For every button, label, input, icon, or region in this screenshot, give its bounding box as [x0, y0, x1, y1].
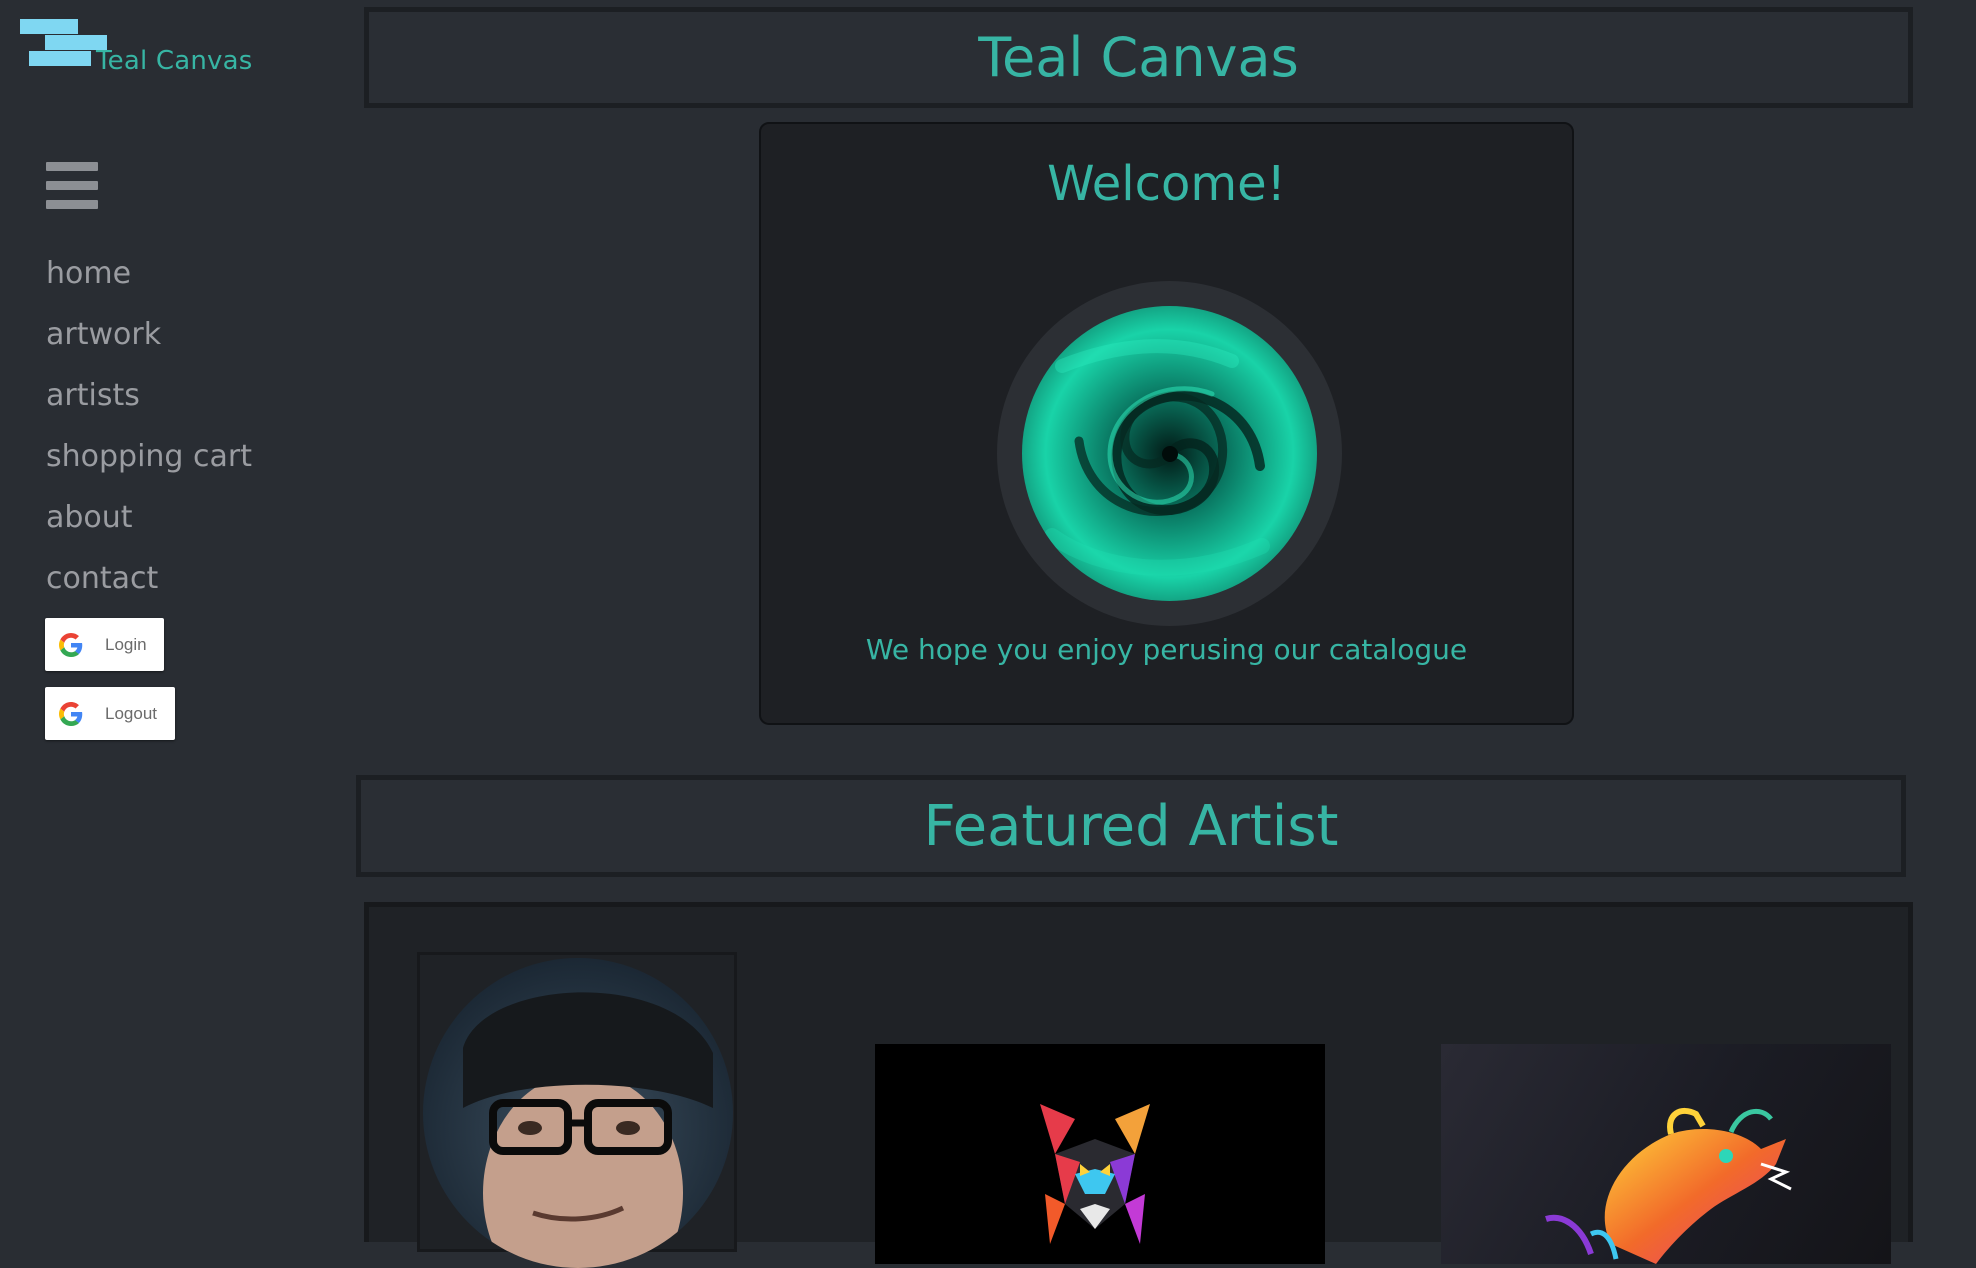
- google-login-button[interactable]: Login: [45, 618, 164, 671]
- google-icon: [59, 632, 83, 657]
- page-title: Teal Canvas: [978, 26, 1299, 89]
- nav-item-home[interactable]: home: [46, 252, 252, 313]
- logout-label: Logout: [105, 703, 157, 723]
- artist-card[interactable]: [417, 952, 737, 1268]
- nav-item-shopping-cart[interactable]: shopping cart: [46, 435, 252, 496]
- nav-item-artwork[interactable]: artwork: [46, 313, 252, 374]
- welcome-card: Welcome! We hope you enjoy perusing our …: [759, 122, 1574, 725]
- main-nav: home artwork artists shopping cart about…: [46, 252, 252, 618]
- nav-item-about[interactable]: about: [46, 496, 252, 557]
- nav-item-contact[interactable]: contact: [46, 557, 252, 618]
- welcome-title: Welcome!: [1047, 156, 1286, 212]
- menu-icon[interactable]: [46, 162, 98, 210]
- wolf-artwork[interactable]: [875, 1044, 1325, 1264]
- logo-bar: [29, 51, 91, 66]
- google-icon: [59, 701, 83, 726]
- artist-avatar[interactable]: [423, 958, 733, 1268]
- featured-title: Featured Artist: [923, 793, 1339, 859]
- featured-banner: Featured Artist: [356, 775, 1906, 877]
- swirl-image: [1022, 306, 1317, 601]
- site-logo[interactable]: Teal Canvas: [18, 16, 258, 86]
- sidebar: Teal Canvas home artwork artists shoppin…: [0, 0, 330, 1233]
- featured-artist-panel: [364, 902, 1913, 1268]
- welcome-tagline: We hope you enjoy perusing our catalogue: [865, 633, 1468, 666]
- login-label: Login: [105, 634, 147, 654]
- nav-item-artists[interactable]: artists: [46, 374, 252, 435]
- logo-bar: [20, 19, 78, 34]
- dragon-artwork[interactable]: [1441, 1044, 1891, 1264]
- header-banner: Teal Canvas: [364, 7, 1913, 108]
- google-logout-button[interactable]: Logout: [45, 687, 175, 740]
- logo-text: Teal Canvas: [96, 46, 253, 76]
